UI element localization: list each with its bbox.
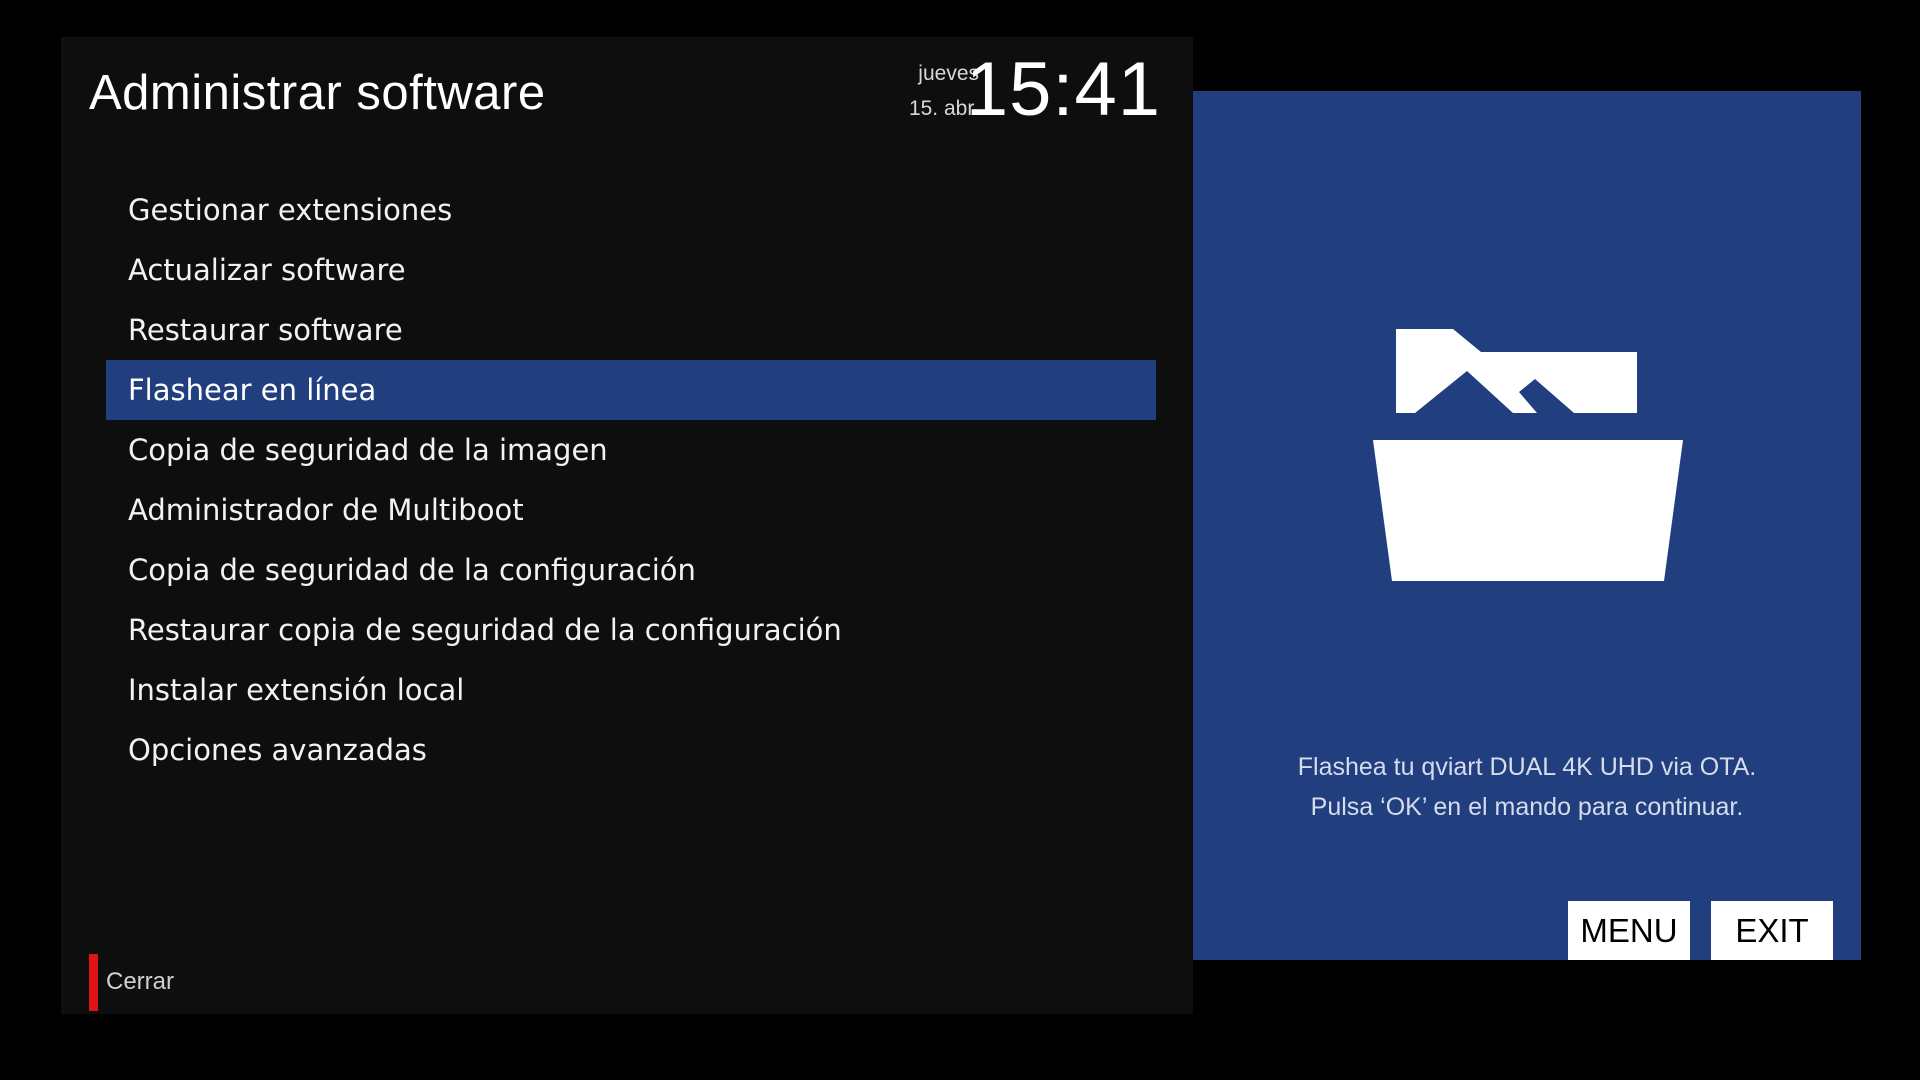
exit-key-button[interactable]: EXIT bbox=[1711, 901, 1833, 960]
menu-item-multiboot[interactable]: Administrador de Multiboot bbox=[106, 480, 1156, 540]
red-key-indicator bbox=[89, 954, 98, 1011]
clock: 15:41 bbox=[965, 47, 1161, 132]
page-title: Administrar software bbox=[89, 66, 546, 120]
menu-item-restaurar-software[interactable]: Restaurar software bbox=[106, 300, 1156, 360]
menu-item-actualizar-software[interactable]: Actualizar software bbox=[106, 240, 1156, 300]
menu-list: Gestionar extensiones Actualizar softwar… bbox=[106, 180, 1156, 780]
menu-panel: Administrar software jueves 15. abr. 15:… bbox=[61, 37, 1193, 1014]
info-line-1: Flashea tu qviart DUAL 4K UHD via OTA. bbox=[1297, 753, 1757, 781]
info-line-2: Pulsa ‘OK’ en el mando para continuar. bbox=[1310, 793, 1744, 821]
menu-item-copia-configuracion[interactable]: Copia de seguridad de la configuración bbox=[106, 540, 1156, 600]
open-folder-icon bbox=[1373, 329, 1683, 581]
menu-key-button[interactable]: MENU bbox=[1568, 901, 1690, 960]
menu-item-instalar-extension-local[interactable]: Instalar extensión local bbox=[106, 660, 1156, 720]
close-button[interactable]: Cerrar bbox=[106, 968, 174, 996]
menu-item-restaurar-configuracion[interactable]: Restaurar copia de seguridad de la confi… bbox=[106, 600, 1156, 660]
menu-item-gestionar-extensiones[interactable]: Gestionar extensiones bbox=[106, 180, 1156, 240]
menu-item-opciones-avanzadas[interactable]: Opciones avanzadas bbox=[106, 720, 1156, 780]
menu-item-flashear-en-linea[interactable]: Flashear en línea bbox=[106, 360, 1156, 420]
info-panel: Flashea tu qviart DUAL 4K UHD via OTA. P… bbox=[1193, 91, 1861, 960]
menu-item-copia-imagen[interactable]: Copia de seguridad de la imagen bbox=[106, 420, 1156, 480]
info-description: Flashea tu qviart DUAL 4K UHD via OTA. P… bbox=[1193, 747, 1861, 827]
